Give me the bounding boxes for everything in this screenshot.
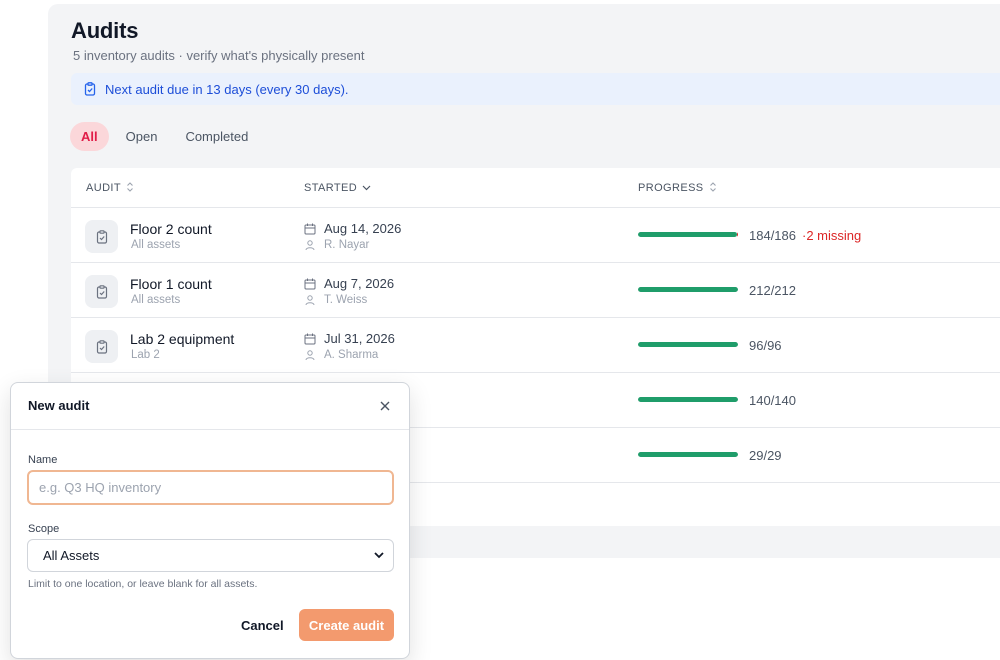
progress-bar: [638, 452, 738, 457]
progress-fill: [638, 397, 738, 402]
progress-text: 212/212: [749, 283, 802, 298]
table-header: AUDIT STARTED PROGRESS: [71, 168, 1000, 208]
progress-bar: [638, 232, 738, 237]
sort-icon: [126, 181, 134, 194]
started-by: R. Nayar: [304, 239, 369, 251]
table-row[interactable]: Floor 2 count All assets Aug 14, 2026 R.…: [71, 208, 1000, 263]
dialog-title: New audit: [28, 398, 90, 413]
user-icon: [305, 240, 315, 251]
next-audit-notice: Next audit due in 13 days (every 30 days…: [71, 73, 1000, 105]
calendar-icon: [304, 223, 316, 234]
tab-open[interactable]: Open: [115, 122, 169, 151]
column-started[interactable]: STARTED: [304, 182, 371, 194]
column-progress-label: PROGRESS: [638, 181, 704, 194]
started-date: Aug 14, 2026: [304, 221, 401, 236]
progress-fill: [638, 287, 738, 292]
progress-bar: [638, 342, 738, 347]
started-date-text: Aug 7, 2026: [324, 276, 395, 291]
chevron-down-icon: [373, 549, 385, 564]
progress-text: 96/96: [749, 338, 788, 353]
started-date: Aug 7, 2026: [304, 276, 394, 291]
dialog-header: New audit: [11, 383, 409, 430]
audit-name: Floor 1 count: [130, 276, 212, 292]
progress-count: 29/29: [749, 448, 782, 463]
calendar-icon: [304, 278, 316, 289]
close-icon[interactable]: [375, 396, 395, 416]
started-by-text: R. Nayar: [324, 239, 370, 251]
scope-select[interactable]: All Assets: [27, 539, 394, 572]
chevron-down-icon: [362, 183, 371, 193]
table-row[interactable]: Floor 1 count All assets Aug 7, 2026 T. …: [71, 263, 1000, 318]
clipboard-icon: [85, 275, 118, 308]
started-date: Jul 31, 2026: [304, 331, 395, 346]
progress-count: 212/212: [749, 283, 796, 298]
audit-scope: Lab 2: [131, 349, 160, 361]
column-progress[interactable]: PROGRESS: [638, 182, 717, 194]
progress-count: 184/186: [749, 228, 796, 243]
column-started-label: STARTED: [304, 181, 358, 194]
page-title: Audits: [71, 18, 139, 43]
new-audit-dialog: New audit Name Scope All Assets Limit to…: [10, 382, 410, 659]
progress-bar: [638, 397, 738, 402]
started-date-text: Aug 14, 2026: [324, 221, 402, 236]
progress-text: 184/186 ·2 missing: [749, 228, 861, 243]
started-date-text: Jul 31, 2026: [324, 331, 395, 346]
progress-bar: [638, 287, 738, 292]
progress-count: 96/96: [749, 338, 782, 353]
clipboard-icon: [85, 330, 118, 363]
progress-text: 140/140: [749, 393, 802, 408]
notice-text: Next audit due in 13 days (every 30 days…: [105, 81, 349, 97]
missing-count: ·2 missing: [802, 228, 862, 243]
calendar-icon: [304, 333, 316, 344]
table-row[interactable]: Lab 2 equipment Lab 2 Jul 31, 2026 A. Sh…: [71, 318, 1000, 373]
name-input[interactable]: [27, 470, 394, 505]
column-audit-label: AUDIT: [86, 181, 121, 194]
tab-completed[interactable]: Completed: [174, 122, 259, 151]
user-icon: [305, 350, 315, 361]
name-label: Name: [28, 454, 58, 466]
user-icon: [305, 295, 315, 306]
progress-text: 29/29: [749, 448, 788, 463]
clipboard-icon: [85, 220, 118, 253]
started-by-text: T. Weiss: [324, 294, 368, 306]
progress-fill: [638, 342, 738, 347]
scope-selected-value: All Assets: [43, 548, 100, 563]
create-audit-button[interactable]: Create audit: [299, 609, 394, 641]
sort-icon: [709, 181, 717, 194]
clipboard-icon: [83, 82, 97, 96]
progress-fill: [638, 452, 738, 457]
page-subtitle: 5 inventory audits · verify what's physi…: [73, 48, 365, 63]
audit-name: Lab 2 equipment: [130, 331, 235, 347]
cancel-button[interactable]: Cancel: [233, 609, 292, 641]
filter-tabs: All Open Completed: [70, 122, 265, 151]
progress-count: 140/140: [749, 393, 796, 408]
audit-name: Floor 2 count: [130, 221, 212, 237]
progress-fill: [638, 232, 737, 237]
column-audit[interactable]: AUDIT: [86, 182, 134, 194]
tab-all[interactable]: All: [70, 122, 109, 151]
started-by: A. Sharma: [304, 349, 378, 361]
scope-label: Scope: [28, 523, 60, 535]
started-by-text: A. Sharma: [324, 349, 379, 361]
progress-missing: [736, 232, 738, 237]
scope-hint: Limit to one location, or leave blank fo…: [28, 578, 258, 590]
audit-scope: All assets: [131, 239, 181, 251]
started-by: T. Weiss: [304, 294, 367, 306]
audit-scope: All assets: [131, 294, 181, 306]
